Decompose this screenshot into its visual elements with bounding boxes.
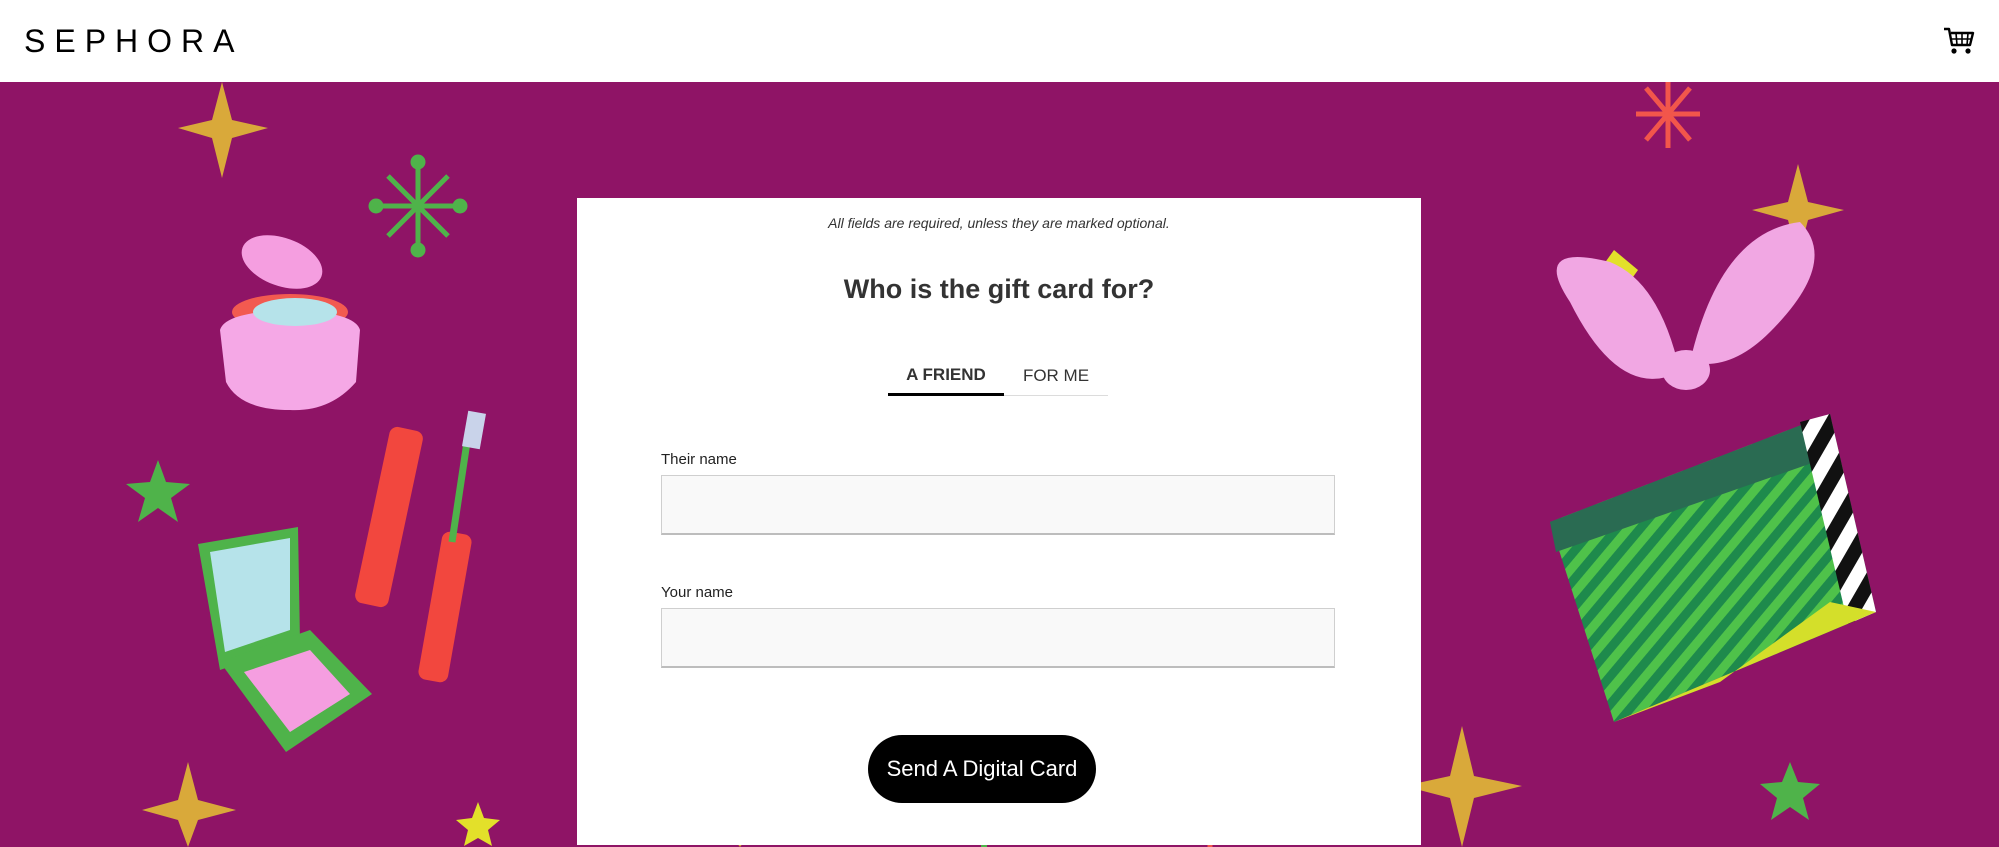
shopping-cart-icon[interactable] <box>1941 23 1977 59</box>
your-name-label: Your name <box>661 584 733 601</box>
tab-a-friend[interactable]: A FRIEND <box>888 356 1004 396</box>
gift-card-form: All fields are required, unless they are… <box>577 198 1421 845</box>
required-fields-note: All fields are required, unless they are… <box>828 215 1170 231</box>
send-digital-card-button[interactable]: Send A Digital Card <box>868 735 1096 803</box>
their-name-input[interactable] <box>661 475 1335 535</box>
your-name-input[interactable] <box>661 608 1335 668</box>
site-header: SEPHORA <box>0 0 1999 82</box>
form-title: Who is the gift card for? <box>843 274 1155 304</box>
holiday-hero-background: All fields are required, unless they are… <box>0 82 1999 847</box>
their-name-label: Their name <box>661 451 737 468</box>
recipient-tabs: A FRIEND FOR ME <box>888 356 1108 396</box>
tab-for-me[interactable]: FOR ME <box>1004 356 1108 396</box>
sephora-logo[interactable]: SEPHORA <box>24 23 243 60</box>
